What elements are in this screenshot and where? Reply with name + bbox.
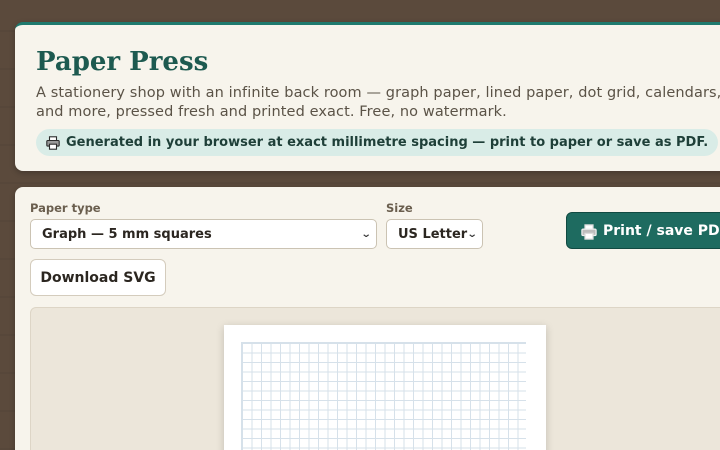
info-text: Generated in your browser at exact milli… bbox=[66, 135, 709, 150]
printer-icon bbox=[581, 223, 597, 240]
info-badge: Generated in your browser at exact milli… bbox=[36, 129, 719, 156]
chevron-down-icon: ⌄ bbox=[466, 228, 478, 240]
paper-type-label: Paper type bbox=[30, 201, 101, 215]
print-button-label: Print / save PDF bbox=[603, 222, 720, 239]
size-select[interactable]: US Letter ⌄ bbox=[386, 219, 483, 249]
preview-area bbox=[30, 307, 720, 450]
paper-type-select[interactable]: Graph — 5 mm squares ⌄ bbox=[30, 219, 377, 249]
page-title: Paper Press bbox=[36, 47, 209, 77]
print-button[interactable]: Print / save PDF bbox=[566, 212, 720, 249]
printer-icon bbox=[46, 135, 60, 150]
page-description: A stationery shop with an infinite back … bbox=[36, 85, 720, 120]
download-button-label: Download SVG bbox=[40, 269, 156, 286]
chevron-down-icon: ⌄ bbox=[360, 228, 372, 240]
paper-type-value: Graph — 5 mm squares bbox=[42, 226, 212, 242]
graph-grid bbox=[241, 342, 526, 450]
download-svg-button[interactable]: Download SVG bbox=[30, 259, 166, 296]
controls-card: Paper type Graph — 5 mm squares ⌄ Size U… bbox=[15, 187, 720, 450]
size-label: Size bbox=[386, 201, 413, 215]
header-card: Paper Press A stationery shop with an in… bbox=[15, 22, 720, 171]
paper-preview bbox=[224, 325, 546, 450]
size-value: US Letter bbox=[398, 226, 468, 242]
